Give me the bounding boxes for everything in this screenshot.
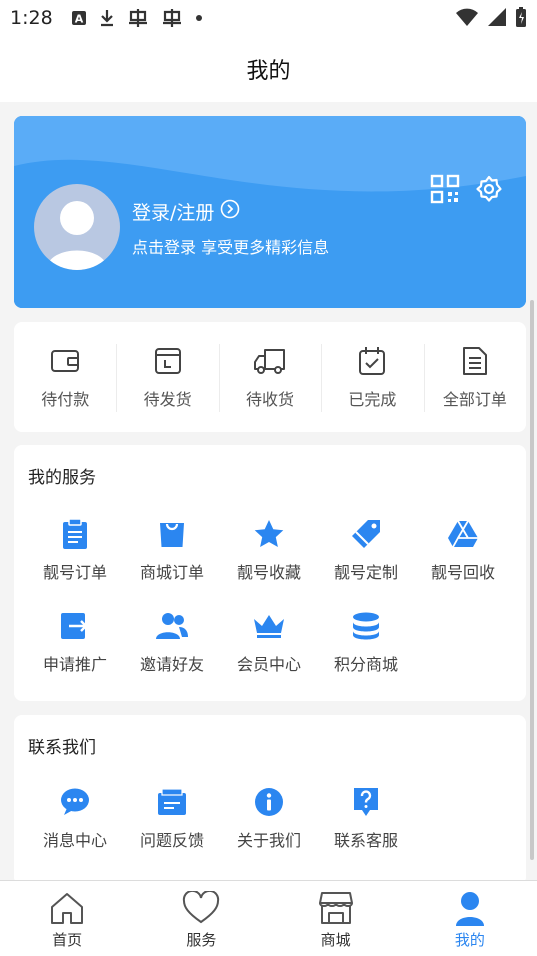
status-time: 1:28 <box>10 7 53 29</box>
gear-icon[interactable] <box>474 174 504 204</box>
dot-icon <box>195 14 203 22</box>
contact-label: 关于我们 <box>236 831 301 850</box>
qr-code-icon[interactable] <box>430 174 460 204</box>
contact-label: 消息中心 <box>42 831 107 850</box>
info-icon <box>252 785 286 819</box>
crown-icon <box>252 609 286 643</box>
service-label: 商城订单 <box>139 563 204 582</box>
services-title: 我的服务 <box>28 468 96 488</box>
calendar-check-icon <box>355 344 389 378</box>
service-label: 积分商城 <box>333 655 398 674</box>
clipboard-icon <box>58 517 92 551</box>
order-label: 待付款 <box>41 390 90 409</box>
order-label: 已完成 <box>348 390 397 409</box>
contact-about-us[interactable]: 关于我们 <box>218 785 320 851</box>
triangle-drive-icon <box>446 517 480 551</box>
feedback-icon <box>155 785 189 819</box>
bug-icon <box>161 8 183 28</box>
contact-feedback[interactable]: 问题反馈 <box>121 785 223 851</box>
profile-card[interactable]: 登录/注册 点击登录 享受更多精彩信息 <box>14 116 526 308</box>
contact-title: 联系我们 <box>28 738 96 758</box>
share-box-icon <box>58 609 92 643</box>
contact-card: 联系我们 消息中心 问题反馈 关于我们 联系客服 <box>14 715 526 885</box>
person-icon <box>450 889 490 927</box>
service-invite-friends[interactable]: 邀请好友 <box>121 609 223 675</box>
nav-label: 我的 <box>454 931 485 949</box>
service-favorites[interactable]: 靓号收藏 <box>218 517 320 583</box>
chat-bubble-icon <box>58 785 92 819</box>
nav-mall[interactable]: 商城 <box>269 881 403 956</box>
bottom-nav: 首页 服务 商城 我的 <box>0 880 537 956</box>
login-subtitle: 点击登录 享受更多精彩信息 <box>132 238 330 257</box>
service-member-center[interactable]: 会员中心 <box>218 609 320 675</box>
bug-icon <box>127 8 149 28</box>
service-mall-orders[interactable]: 商城订单 <box>121 517 223 583</box>
package-icon <box>151 344 185 378</box>
order-pending-payment[interactable]: 待付款 <box>14 344 116 410</box>
order-all[interactable]: 全部订单 <box>423 344 526 412</box>
service-points-mall[interactable]: 积分商城 <box>315 609 417 675</box>
signal-icon <box>487 7 507 32</box>
nav-mine[interactable]: 我的 <box>403 881 537 956</box>
battery-icon <box>515 6 527 33</box>
store-icon <box>316 889 356 927</box>
service-label: 会员中心 <box>236 655 301 674</box>
contact-message-center[interactable]: 消息中心 <box>24 785 126 851</box>
star-icon <box>252 517 286 551</box>
contact-label: 联系客服 <box>333 831 398 850</box>
login-register-label: 登录/注册 <box>132 202 215 224</box>
order-label: 待收货 <box>246 390 295 409</box>
service-label: 靓号回收 <box>430 563 495 582</box>
service-recycle[interactable]: 靓号回收 <box>412 517 514 583</box>
chevron-right-circle-icon <box>220 199 240 224</box>
notification-a-icon: A <box>71 10 87 26</box>
download-icon <box>99 9 115 27</box>
orders-card: 待付款 待发货 待收货 已完成 全部订单 <box>14 322 526 432</box>
users-icon <box>155 609 189 643</box>
home-icon <box>47 889 87 927</box>
status-bar: 1:28 A <box>0 0 537 36</box>
contact-label: 问题反馈 <box>139 831 204 850</box>
order-label: 待发货 <box>143 390 192 409</box>
shopping-bag-icon <box>155 517 189 551</box>
order-label: 全部订单 <box>442 390 507 409</box>
login-register-link[interactable]: 登录/注册 <box>132 198 240 225</box>
nav-home[interactable]: 首页 <box>0 881 134 956</box>
service-label: 邀请好友 <box>139 655 204 674</box>
svg-text:A: A <box>74 13 83 26</box>
service-label: 申请推广 <box>42 655 107 674</box>
order-completed[interactable]: 已完成 <box>321 344 423 412</box>
nav-label: 首页 <box>52 931 83 949</box>
service-number-orders[interactable]: 靓号订单 <box>24 517 126 583</box>
order-pending-receipt[interactable]: 待收货 <box>218 344 321 412</box>
service-apply-promotion[interactable]: 申请推广 <box>24 609 126 675</box>
my-services-card: 我的服务 靓号订单 商城订单 靓号收藏 靓号定制 靓号回收 申请推广 邀请好友 … <box>14 445 526 701</box>
scrollbar[interactable] <box>530 300 534 860</box>
nav-services[interactable]: 服务 <box>134 881 268 956</box>
nav-label: 服务 <box>186 931 217 949</box>
tag-icon <box>349 517 383 551</box>
wallet-icon <box>48 344 82 378</box>
heart-icon <box>181 889 221 927</box>
avatar[interactable] <box>34 184 120 270</box>
coins-stack-icon <box>349 609 383 643</box>
wifi-icon <box>455 7 479 32</box>
order-pending-shipment[interactable]: 待发货 <box>116 344 218 412</box>
page-title: 我的 <box>246 59 291 84</box>
service-custom[interactable]: 靓号定制 <box>315 517 417 583</box>
truck-icon <box>253 344 287 378</box>
service-label: 靓号收藏 <box>236 563 301 582</box>
page-header: 我的 <box>0 36 537 102</box>
service-label: 靓号订单 <box>42 563 107 582</box>
document-icon <box>458 344 492 378</box>
help-bubble-icon <box>349 785 383 819</box>
nav-label: 商城 <box>320 931 351 949</box>
service-label: 靓号定制 <box>333 563 398 582</box>
contact-customer-service[interactable]: 联系客服 <box>315 785 417 851</box>
